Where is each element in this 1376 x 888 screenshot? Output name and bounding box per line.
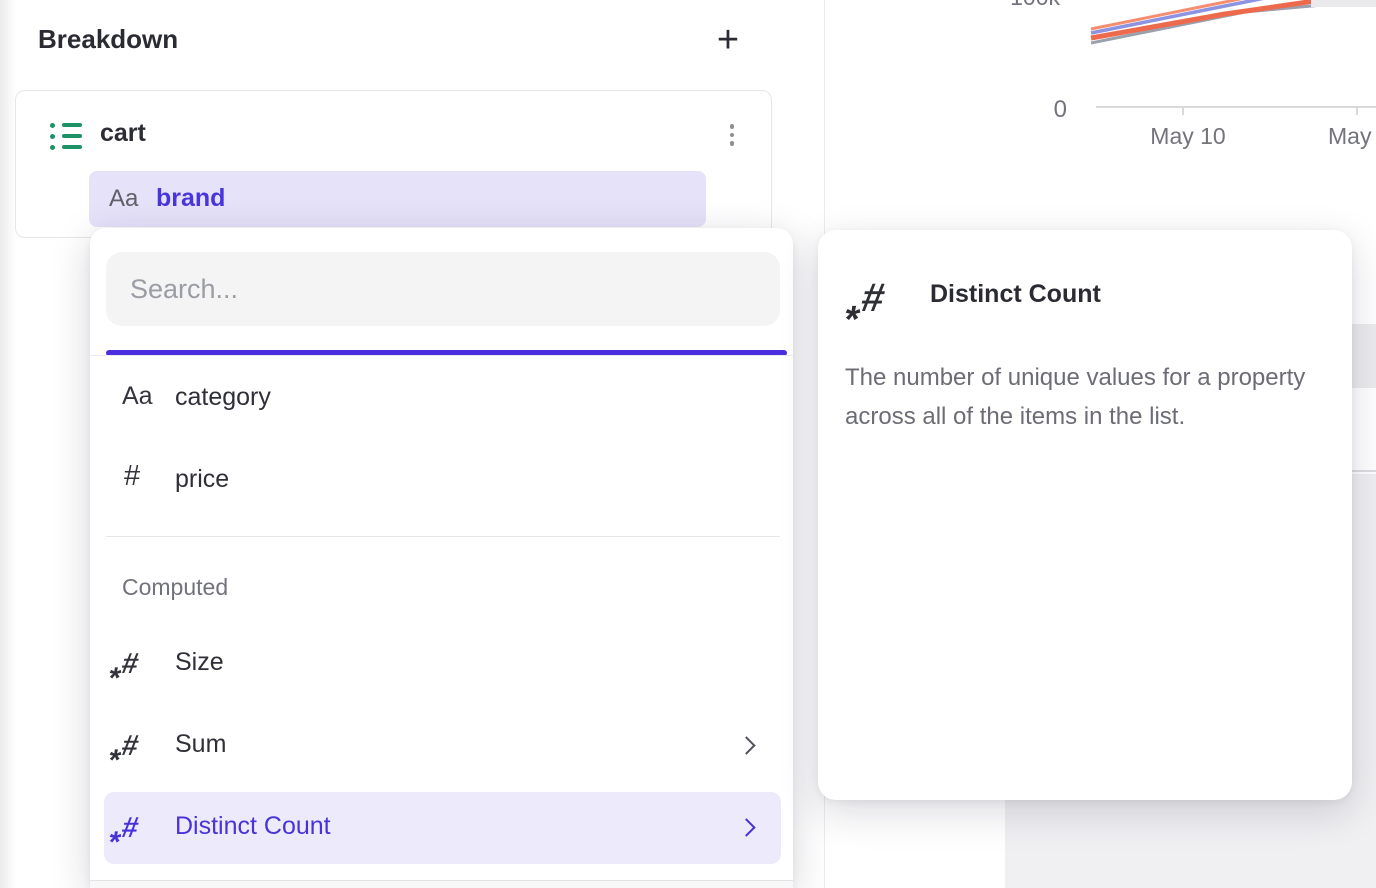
kebab-menu-icon[interactable] [721, 120, 743, 150]
dropdown-divider [106, 536, 780, 537]
computed-section-label: Computed [122, 574, 228, 601]
computed-number-icon: #* [122, 730, 168, 763]
selected-subproperty-chip[interactable]: Aa brand [89, 171, 706, 227]
computed-number-icon: #* [122, 648, 168, 681]
chevron-right-icon [737, 736, 755, 754]
property-select-dropdown: Aa category # price Computed #* Size #* … [90, 228, 793, 888]
search-input[interactable] [106, 252, 780, 326]
dropdown-item-sum[interactable]: #* Sum [104, 714, 781, 778]
breakdown-property-name: cart [100, 119, 146, 148]
text-type-icon: Aa [109, 185, 138, 213]
y-axis-label-100k: 100k [1010, 0, 1060, 11]
dropdown-footer [90, 881, 793, 888]
property-description-tooltip: #* Distinct Count The number of unique v… [818, 230, 1352, 800]
dropdown-item-label: Sum [175, 730, 226, 759]
dropdown-item-size[interactable]: #* Size [104, 632, 781, 696]
y-axis-label-0: 0 [1025, 96, 1067, 124]
computed-number-icon: #* [862, 276, 884, 321]
tabs-bottom-border [90, 355, 793, 356]
tooltip-description: The number of unique values for a proper… [845, 358, 1327, 436]
dropdown-item-label: Size [175, 648, 224, 677]
app-screen: 100k 0 May 10 May 1 Breakdown + cart Aa … [0, 0, 1376, 888]
dropdown-item-label: Distinct Count [175, 812, 331, 841]
add-breakdown-button[interactable]: + [706, 18, 750, 62]
breakdown-card-header[interactable]: cart [16, 91, 771, 155]
breakdown-card: cart Aa brand [15, 90, 772, 238]
list-property-icon [50, 123, 84, 153]
x-axis-label-may10: May 10 [1133, 123, 1243, 150]
dropdown-item-category[interactable]: Aa category [104, 367, 781, 431]
line-chart [825, 0, 1376, 70]
left-edge-shade [0, 0, 16, 888]
x-axis-tick [1356, 106, 1358, 115]
subproperty-label: brand [156, 184, 225, 213]
dropdown-item-price[interactable]: # price [104, 449, 781, 513]
tooltip-title: Distinct Count [930, 280, 1101, 309]
text-type-icon: Aa [122, 382, 168, 411]
x-axis-label-may1: May 1 [1328, 123, 1376, 150]
breakdown-section-title: Breakdown [38, 24, 178, 55]
x-axis-tick [1182, 106, 1184, 115]
number-type-icon: # [124, 460, 170, 493]
top-edge-strip [1311, 0, 1376, 7]
dropdown-item-distinct-count[interactable]: #* Distinct Count [104, 792, 781, 864]
computed-number-icon: #* [122, 812, 168, 845]
x-axis-line [1096, 106, 1376, 108]
chevron-right-icon [737, 818, 755, 836]
dropdown-item-label: price [175, 465, 229, 494]
dropdown-item-label: category [175, 383, 271, 412]
